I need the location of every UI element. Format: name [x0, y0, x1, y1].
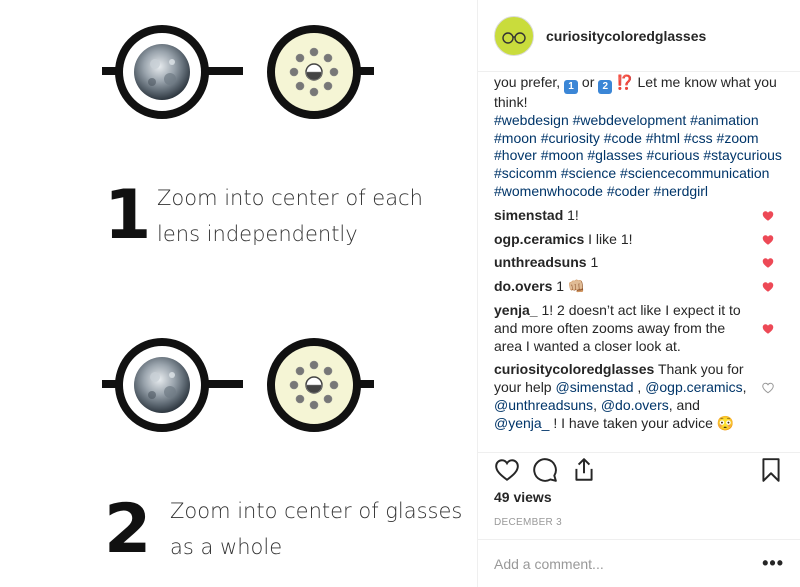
add-comment-input[interactable]: [494, 555, 755, 572]
comment-item: do.overs 1 👊🏼: [494, 278, 784, 296]
heart-icon[interactable]: [494, 457, 520, 483]
moon-icon: [134, 44, 190, 100]
post-hashtags[interactable]: #webdesign #webdevelopment #animation #m…: [494, 112, 784, 201]
comment-username[interactable]: yenja_: [494, 302, 538, 318]
step-1-number: 1: [104, 176, 152, 255]
glasses-logo-icon: [502, 31, 526, 44]
moon-icon: [134, 357, 190, 413]
comment-username[interactable]: do.overs: [494, 278, 552, 294]
comment-username[interactable]: unthreadsuns: [494, 254, 587, 270]
glasses-icon: [102, 25, 374, 119]
mention-link[interactable]: @simenstad: [555, 379, 633, 395]
comment-item: unthreadsuns 1: [494, 254, 784, 272]
step-2-number: 2: [104, 490, 152, 569]
avatar[interactable]: [494, 15, 534, 56]
views-count[interactable]: 49 views: [494, 489, 784, 505]
mention-link[interactable]: @unthreadsuns: [494, 397, 593, 413]
moon-phases-icon: [289, 47, 339, 97]
comment-item: ogp.ceramics I like 1!: [494, 231, 784, 249]
post-date[interactable]: DECEMBER 3: [494, 517, 784, 528]
heart-icon[interactable]: [762, 234, 774, 246]
glasses-icon: [102, 338, 374, 432]
comment-item: simenstad 1!: [494, 207, 784, 225]
keycap-2-emoji: 2: [598, 80, 613, 94]
comment-icon[interactable]: [532, 457, 558, 483]
comments-list[interactable]: you prefer, 1 or 2 ⁉️ Let me know what y…: [478, 74, 800, 452]
step-2-description: Zoom into center of glasses as a whole: [170, 499, 463, 559]
post-actions: 49 views DECEMBER 3: [478, 452, 800, 528]
comment-text: I like 1!: [588, 230, 633, 247]
post-author-username[interactable]: curiositycoloredglasses: [546, 28, 706, 44]
heart-icon[interactable]: [762, 281, 774, 293]
mention-link[interactable]: @ogp.ceramics: [645, 379, 742, 395]
keycap-1-emoji: 1: [564, 80, 579, 94]
moon-phases-icon: [289, 360, 339, 410]
bookmark-icon[interactable]: [758, 457, 784, 483]
comment-username[interactable]: ogp.ceramics: [494, 231, 584, 247]
action-icons-row: [494, 453, 784, 485]
heart-icon[interactable]: [762, 210, 774, 222]
post-caption: you prefer, 1 or 2 ⁉️ Let me know what y…: [494, 74, 784, 201]
comment-text: 1 👊🏼: [556, 278, 586, 295]
comment-item: yenja_ 1! 2 doesn’t act like I expect it…: [494, 302, 784, 355]
comment-item: curiositycoloredglasses Thank you for yo…: [494, 361, 784, 432]
post-header: curiositycoloredglasses: [478, 0, 800, 72]
mention-link[interactable]: @do.overs: [601, 397, 669, 413]
step-1-description: Zoom into center of each lens independen…: [157, 186, 423, 246]
share-icon[interactable]: [571, 457, 597, 483]
comment-username[interactable]: simenstad: [494, 207, 563, 223]
comment-text: 1: [590, 254, 599, 271]
exclamation-question-emoji: ⁉️: [616, 74, 634, 90]
mention-link[interactable]: @yenja_: [494, 415, 549, 431]
more-options-icon[interactable]: •••: [762, 553, 784, 574]
post-media[interactable]: 1 Zoom into center of each lens independ…: [0, 0, 478, 587]
add-comment-bar: •••: [478, 539, 800, 587]
post-details-panel: curiositycoloredglasses you prefer, 1 or…: [478, 0, 800, 587]
comment-text: 1!: [567, 206, 579, 223]
comment-username[interactable]: curiositycoloredglasses: [494, 361, 654, 377]
heart-icon[interactable]: [762, 257, 774, 269]
glasses-illustration-2[interactable]: [100, 337, 376, 433]
glasses-illustration-1[interactable]: [100, 24, 376, 120]
heart-outline-icon[interactable]: [762, 382, 774, 394]
heart-icon[interactable]: [762, 323, 774, 335]
